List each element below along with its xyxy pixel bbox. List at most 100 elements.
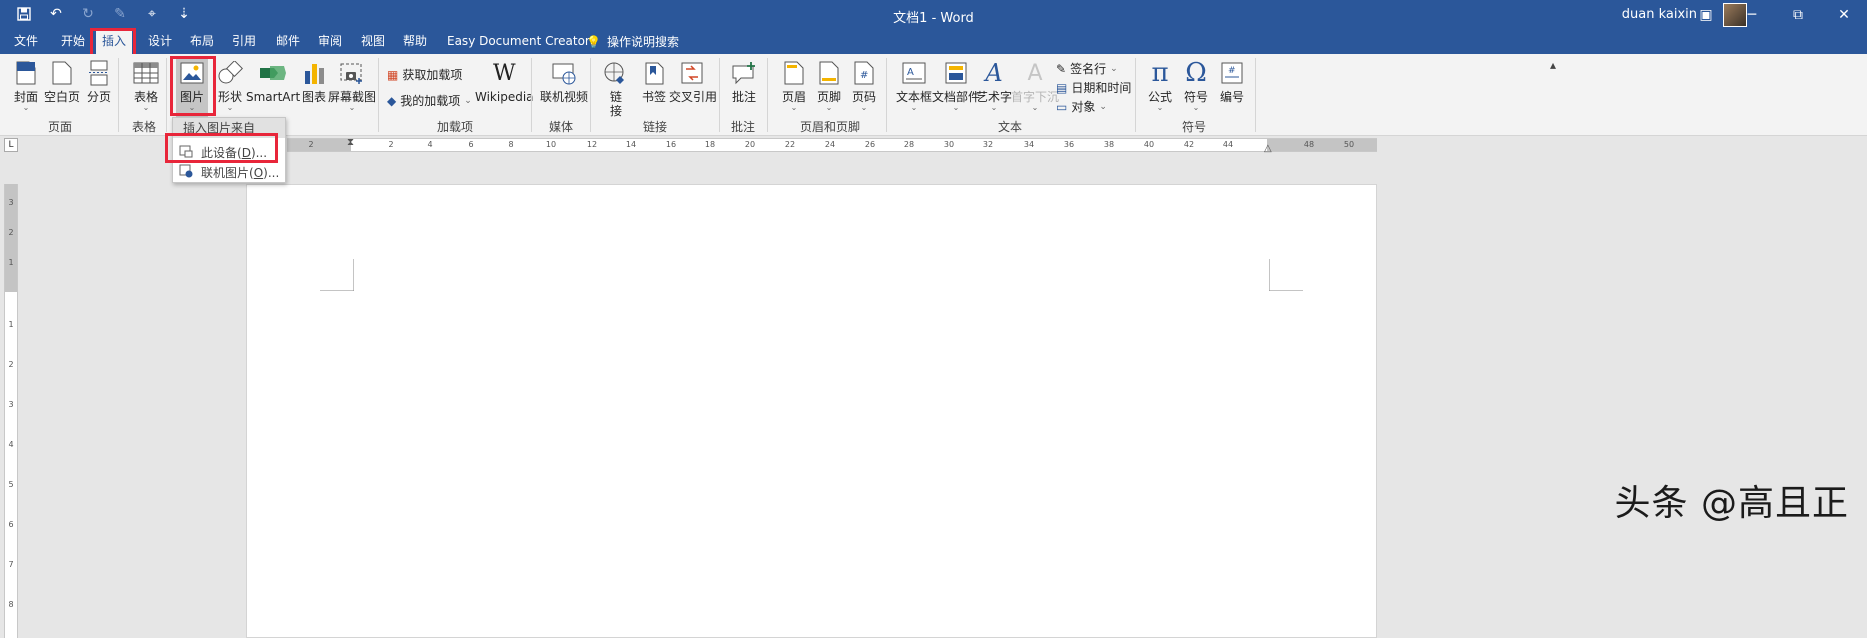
separator xyxy=(118,58,119,132)
comment-icon xyxy=(728,58,760,88)
shapes-icon xyxy=(214,58,246,88)
store-icon: ▦ xyxy=(387,67,399,82)
right-indent-marker-icon[interactable]: △ xyxy=(1264,143,1272,154)
title-bar: ↶ ↻ ✎ ⌖ ⇣ 文档1 - Word duan kaixin ▣ ─ ⧉ ✕ xyxy=(0,0,1867,30)
wikipedia-icon: W xyxy=(492,60,516,86)
bookmark-button[interactable]: 书签 xyxy=(638,58,670,104)
page-break-button[interactable]: 分页 xyxy=(83,58,115,104)
indent-marker-icon[interactable]: ⧗ xyxy=(347,137,354,148)
my-addins-button[interactable]: ◆ 我的加载项 ⌄ xyxy=(387,92,472,109)
numbering-button[interactable]: # 编号 xyxy=(1216,58,1248,104)
cross-reference-button[interactable]: 交叉引用 xyxy=(669,58,717,104)
ruler-number: 32 xyxy=(982,140,994,149)
ruler-number: 18 xyxy=(704,140,716,149)
vertical-ruler[interactable]: 3 2 1 1 2 3 4 5 6 7 8 xyxy=(4,184,18,638)
equation-button[interactable]: π 公式 ⌄ xyxy=(1144,58,1176,112)
ribbon-display-options-icon[interactable]: ▣ xyxy=(1683,0,1729,30)
ruler-number: 36 xyxy=(1063,140,1075,149)
text-box-button[interactable]: A 文本框 ⌄ xyxy=(896,58,932,112)
smartart-button[interactable]: SmartArt xyxy=(246,58,300,104)
table-button[interactable]: 表格 ⌄ xyxy=(130,58,162,112)
get-addins-button[interactable]: ▦ 获取加载项 xyxy=(387,66,462,83)
quick-parts-icon xyxy=(940,58,972,88)
group-label-addins: 加载项 xyxy=(436,120,473,134)
ruler-number: 8 xyxy=(8,600,14,609)
ruler-number: 34 xyxy=(1023,140,1035,149)
cover-page-button[interactable]: 封面 ⌄ xyxy=(10,58,42,112)
ruler-number: 42 xyxy=(1183,140,1195,149)
wikipedia-button[interactable]: W Wikipedia xyxy=(475,58,534,105)
number-icon: # xyxy=(1216,58,1248,88)
svg-text:#: # xyxy=(860,70,868,81)
ruler-number: 1 xyxy=(8,320,14,329)
group-label-text: 文本 xyxy=(997,120,1022,134)
separator xyxy=(767,58,768,132)
link-button[interactable]: 链接 xyxy=(600,58,632,118)
separator xyxy=(886,58,887,132)
drop-cap-icon: A xyxy=(1027,60,1043,86)
tab-mailings[interactable]: 邮件 xyxy=(270,30,306,54)
footer-button[interactable]: 页脚 ⌄ xyxy=(813,58,845,112)
tab-selector[interactable]: L xyxy=(4,138,18,152)
signature-line-button[interactable]: ✎ 签名行 ⌄ xyxy=(1056,60,1118,77)
tab-references[interactable]: 引用 xyxy=(226,30,262,54)
tab-help[interactable]: 帮助 xyxy=(397,30,433,54)
tab-easy-document-creator[interactable]: Easy Document Creator xyxy=(441,30,596,54)
ruler-number: 8 xyxy=(508,140,514,149)
ruler-number: 22 xyxy=(784,140,796,149)
ruler-number: 6 xyxy=(8,520,14,529)
wordart-icon: A xyxy=(985,59,1003,87)
page-break-icon xyxy=(83,58,115,88)
minimize-button[interactable]: ─ xyxy=(1729,0,1775,30)
group-label-tables: 表格 xyxy=(131,120,156,134)
object-button[interactable]: ▭ 对象 ⌄ xyxy=(1056,98,1107,115)
tab-file[interactable]: 文件 xyxy=(8,30,44,54)
drop-cap-button[interactable]: A 首字下沉 ⌄ xyxy=(1011,58,1059,112)
page-number-button[interactable]: # 页码 ⌄ xyxy=(848,58,880,112)
horizontal-ruler[interactable]: 2 2 4 6 8 10 12 14 16 18 20 22 24 26 28 30 32 34 36 38 40 42 4… xyxy=(287,137,1377,154)
tab-view[interactable]: 视图 xyxy=(355,30,391,54)
table-icon xyxy=(130,58,162,88)
link-icon xyxy=(600,58,632,88)
footer-icon xyxy=(813,58,845,88)
separator xyxy=(590,58,591,132)
wordart-button[interactable]: A 艺术字 ⌄ xyxy=(976,58,1012,112)
ruler-number: 12 xyxy=(586,140,598,149)
tab-review[interactable]: 审阅 xyxy=(312,30,348,54)
lightbulb-icon: 💡 xyxy=(586,35,601,49)
separator xyxy=(1255,58,1256,132)
document-page[interactable] xyxy=(246,184,1377,638)
ruler-number: 5 xyxy=(8,480,14,489)
shapes-button[interactable]: 形状 ⌄ xyxy=(214,58,246,112)
screenshot-button[interactable]: 屏幕截图 ⌄ xyxy=(328,58,376,112)
screenshot-icon xyxy=(336,58,368,88)
ruler-number: 26 xyxy=(864,140,876,149)
header-button[interactable]: 页眉 ⌄ xyxy=(778,58,810,112)
ruler-number: 3 xyxy=(8,400,14,409)
group-label-media: 媒体 xyxy=(548,120,573,134)
separator xyxy=(531,58,532,132)
symbol-button[interactable]: Ω 符号 ⌄ xyxy=(1180,58,1212,112)
quick-parts-button[interactable]: 文档部件 ⌄ xyxy=(932,58,980,112)
tab-layout[interactable]: 布局 xyxy=(184,30,220,54)
ruler-number: 14 xyxy=(625,140,637,149)
tell-me-search[interactable]: 💡 操作说明搜索 xyxy=(580,30,685,54)
tab-home[interactable]: 开始 xyxy=(55,30,91,54)
ruler-right-margin xyxy=(1267,139,1377,151)
ribbon-collapse-icon[interactable]: ▴ xyxy=(1550,58,1556,72)
crop-mark-top-right xyxy=(1269,259,1303,291)
close-button[interactable]: ✕ xyxy=(1821,0,1867,30)
date-time-button[interactable]: ▤ 日期和时间 xyxy=(1056,79,1131,96)
ruler-number: 28 xyxy=(903,140,915,149)
online-video-button[interactable]: 联机视频 xyxy=(540,58,588,104)
group-label-header-footer: 页眉和页脚 xyxy=(799,120,860,134)
restore-button[interactable]: ⧉ xyxy=(1775,0,1821,30)
comment-button[interactable]: 批注 xyxy=(728,58,760,104)
tab-design[interactable]: 设计 xyxy=(142,30,178,54)
blank-page-button[interactable]: 空白页 xyxy=(44,58,80,104)
group-label-comments: 批注 xyxy=(730,120,755,134)
bookmark-icon xyxy=(638,58,670,88)
svg-text:#: # xyxy=(1228,66,1236,76)
chart-button[interactable]: 图表 xyxy=(298,58,330,104)
online-pictures-menu-item[interactable]: 联机图片(O)... xyxy=(173,162,285,182)
